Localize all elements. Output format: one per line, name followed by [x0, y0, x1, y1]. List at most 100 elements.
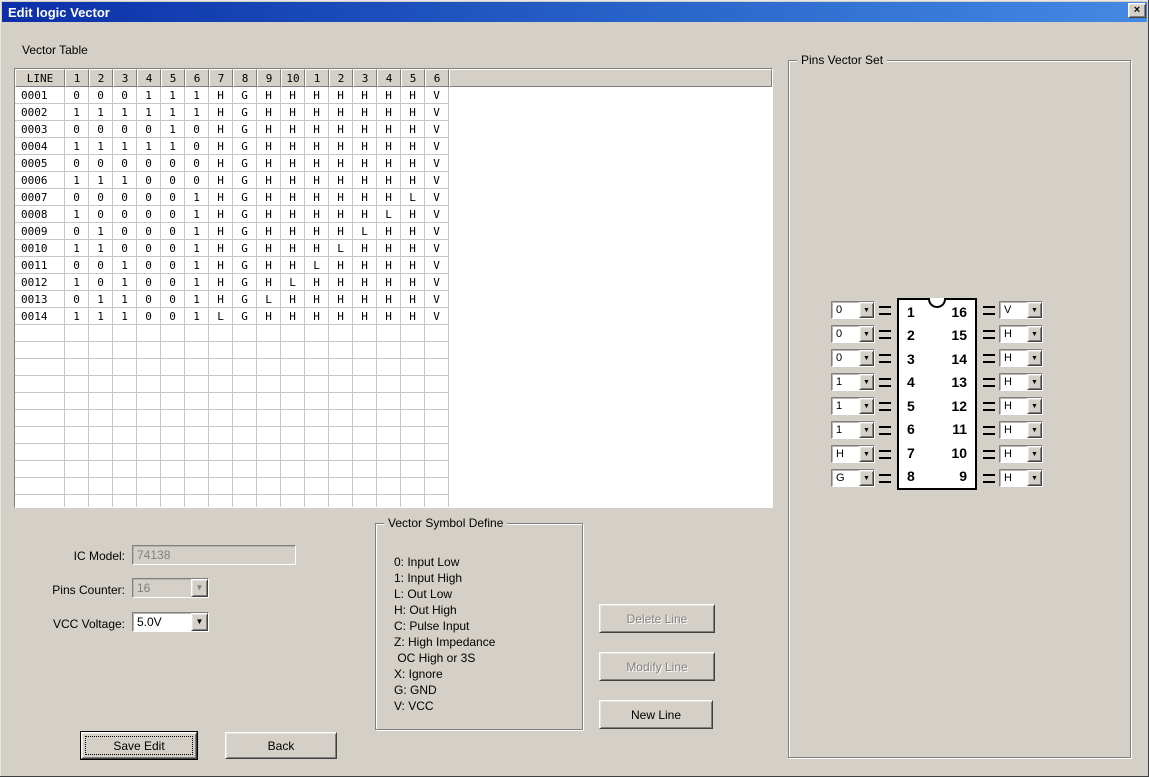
chevron-down-icon[interactable]: ▼	[859, 326, 874, 342]
back-button[interactable]: Back	[225, 732, 337, 759]
chevron-down-icon[interactable]: ▼	[1027, 350, 1042, 366]
table-row[interactable]: 0007000001HGHHHHHHLV	[15, 189, 772, 206]
pin-16-select[interactable]: V▼	[999, 301, 1043, 319]
empty-cell	[233, 444, 257, 461]
chevron-down-icon[interactable]: ▼	[859, 350, 874, 366]
empty-cell	[401, 427, 425, 444]
empty-cell	[281, 461, 305, 478]
pin-13-select[interactable]: H▼	[999, 373, 1043, 391]
vector-cell: 0	[137, 308, 161, 325]
chevron-down-icon[interactable]: ▼	[1027, 302, 1042, 318]
empty-cell	[329, 427, 353, 444]
column-header: 5	[401, 69, 425, 87]
empty-cell	[401, 478, 425, 495]
vector-cell: H	[353, 257, 377, 274]
table-row[interactable]: 0001000111HGHHHHHHHV	[15, 87, 772, 104]
chevron-down-icon[interactable]: ▼	[859, 446, 874, 462]
close-button[interactable]: ×	[1128, 3, 1146, 18]
vector-cell: H	[305, 104, 329, 121]
table-row[interactable]: 0005000000HGHHHHHHHV	[15, 155, 772, 172]
empty-cell	[89, 495, 113, 508]
pin-9-select[interactable]: H▼	[999, 469, 1043, 487]
vector-cell: 0	[89, 257, 113, 274]
empty-cell	[377, 342, 401, 359]
empty-cell	[65, 444, 89, 461]
table-row[interactable]: 0009010001HGHHHHLHHV	[15, 223, 772, 240]
vector-cell: H	[257, 240, 281, 257]
pin-15-select[interactable]: H▼	[999, 325, 1043, 343]
pin-6-select[interactable]: 1▼	[831, 421, 875, 439]
table-row[interactable]: 0012101001HGHLHHHHHV	[15, 274, 772, 291]
vector-cell: H	[329, 87, 353, 104]
pin-stub-icon	[983, 330, 995, 339]
table-row[interactable]: 0010110001HGHHHLHHHV	[15, 240, 772, 257]
vector-cell: 0	[137, 155, 161, 172]
chevron-down-icon[interactable]: ▼	[1027, 446, 1042, 462]
empty-cell	[209, 495, 233, 508]
vector-cell: 1	[89, 138, 113, 155]
symbol-define-lines: 0: Input Low1: Input HighL: Out LowH: Ou…	[394, 554, 495, 714]
line-number-cell: 0009	[15, 223, 65, 240]
pin-4-select[interactable]: 1▼	[831, 373, 875, 391]
vector-cell: 0	[113, 206, 137, 223]
pin-11-select[interactable]: H▼	[999, 421, 1043, 439]
pin-10-select[interactable]: H▼	[999, 445, 1043, 463]
titlebar[interactable]: Edit logic Vector	[2, 2, 1147, 22]
empty-cell	[65, 461, 89, 478]
vector-table[interactable]: LINE12345678910123456 0001000111HGHHHHHH…	[14, 68, 773, 508]
chevron-down-icon[interactable]: ▼	[859, 374, 874, 390]
table-row[interactable]: 0003000010HGHHHHHHHV	[15, 121, 772, 138]
chevron-down-icon[interactable]: ▼	[1027, 374, 1042, 390]
vcc-voltage-label: VCC Voltage:	[18, 617, 125, 631]
vector-cell: G	[233, 206, 257, 223]
vector-cell: V	[425, 274, 449, 291]
pin-12-select[interactable]: H▼	[999, 397, 1043, 415]
pin-stub-icon	[983, 354, 995, 363]
empty-cell	[305, 359, 329, 376]
pin-3-select[interactable]: 0▼	[831, 349, 875, 367]
vector-cell: 1	[89, 308, 113, 325]
pin-5-select[interactable]: 1▼	[831, 397, 875, 415]
modify-line-button: Modify Line	[599, 652, 715, 681]
pin-2-select[interactable]: 0▼	[831, 325, 875, 343]
row-filler	[449, 189, 772, 206]
chevron-down-icon[interactable]: ▼	[1027, 422, 1042, 438]
vector-cell: H	[281, 138, 305, 155]
pin-row: H▼	[979, 466, 1043, 490]
chevron-down-icon[interactable]: ▼	[1027, 326, 1042, 342]
chevron-down-icon[interactable]: ▼	[859, 302, 874, 318]
save-edit-button[interactable]: Save Edit	[81, 732, 197, 759]
pin-8-select[interactable]: G▼	[831, 469, 875, 487]
vcc-voltage-select[interactable]: 5.0V ▼	[132, 612, 209, 632]
empty-cell	[377, 461, 401, 478]
empty-cell	[257, 495, 281, 508]
chevron-down-icon[interactable]: ▼	[859, 470, 874, 486]
vector-cell: 1	[185, 189, 209, 206]
line-number-cell: 0008	[15, 206, 65, 223]
vector-cell: 0	[137, 257, 161, 274]
table-row[interactable]: 0011001001HGHHLHHHHV	[15, 257, 772, 274]
table-row[interactable]: 0002111111HGHHHHHHHV	[15, 104, 772, 121]
chevron-down-icon[interactable]: ▼	[859, 398, 874, 414]
table-row[interactable]: 0014111001LGHHHHHHHV	[15, 308, 772, 325]
chevron-down-icon[interactable]: ▼	[191, 613, 208, 631]
empty-cell	[305, 427, 329, 444]
empty-cell	[89, 444, 113, 461]
chevron-down-icon[interactable]: ▼	[859, 422, 874, 438]
new-line-button[interactable]: New Line	[599, 700, 713, 729]
empty-cell	[425, 376, 449, 393]
chevron-down-icon[interactable]: ▼	[1027, 470, 1042, 486]
vector-cell: H	[209, 257, 233, 274]
table-row[interactable]: 0004111110HGHHHHHHHV	[15, 138, 772, 155]
pin-14-select[interactable]: H▼	[999, 349, 1043, 367]
vector-cell: H	[377, 240, 401, 257]
pin-7-select[interactable]: H▼	[831, 445, 875, 463]
table-row[interactable]: 0013011001HGLHHHHHHV	[15, 291, 772, 308]
pin-1-select[interactable]: 0▼	[831, 301, 875, 319]
table-row[interactable]: 0008100001HGHHHHHLHV	[15, 206, 772, 223]
empty-cell	[137, 444, 161, 461]
table-row[interactable]: 0006111000HGHHHHHHHV	[15, 172, 772, 189]
vector-symbol-define-group: Vector Symbol Define 0: Input Low1: Inpu…	[375, 523, 583, 730]
empty-cell	[209, 325, 233, 342]
chevron-down-icon[interactable]: ▼	[1027, 398, 1042, 414]
